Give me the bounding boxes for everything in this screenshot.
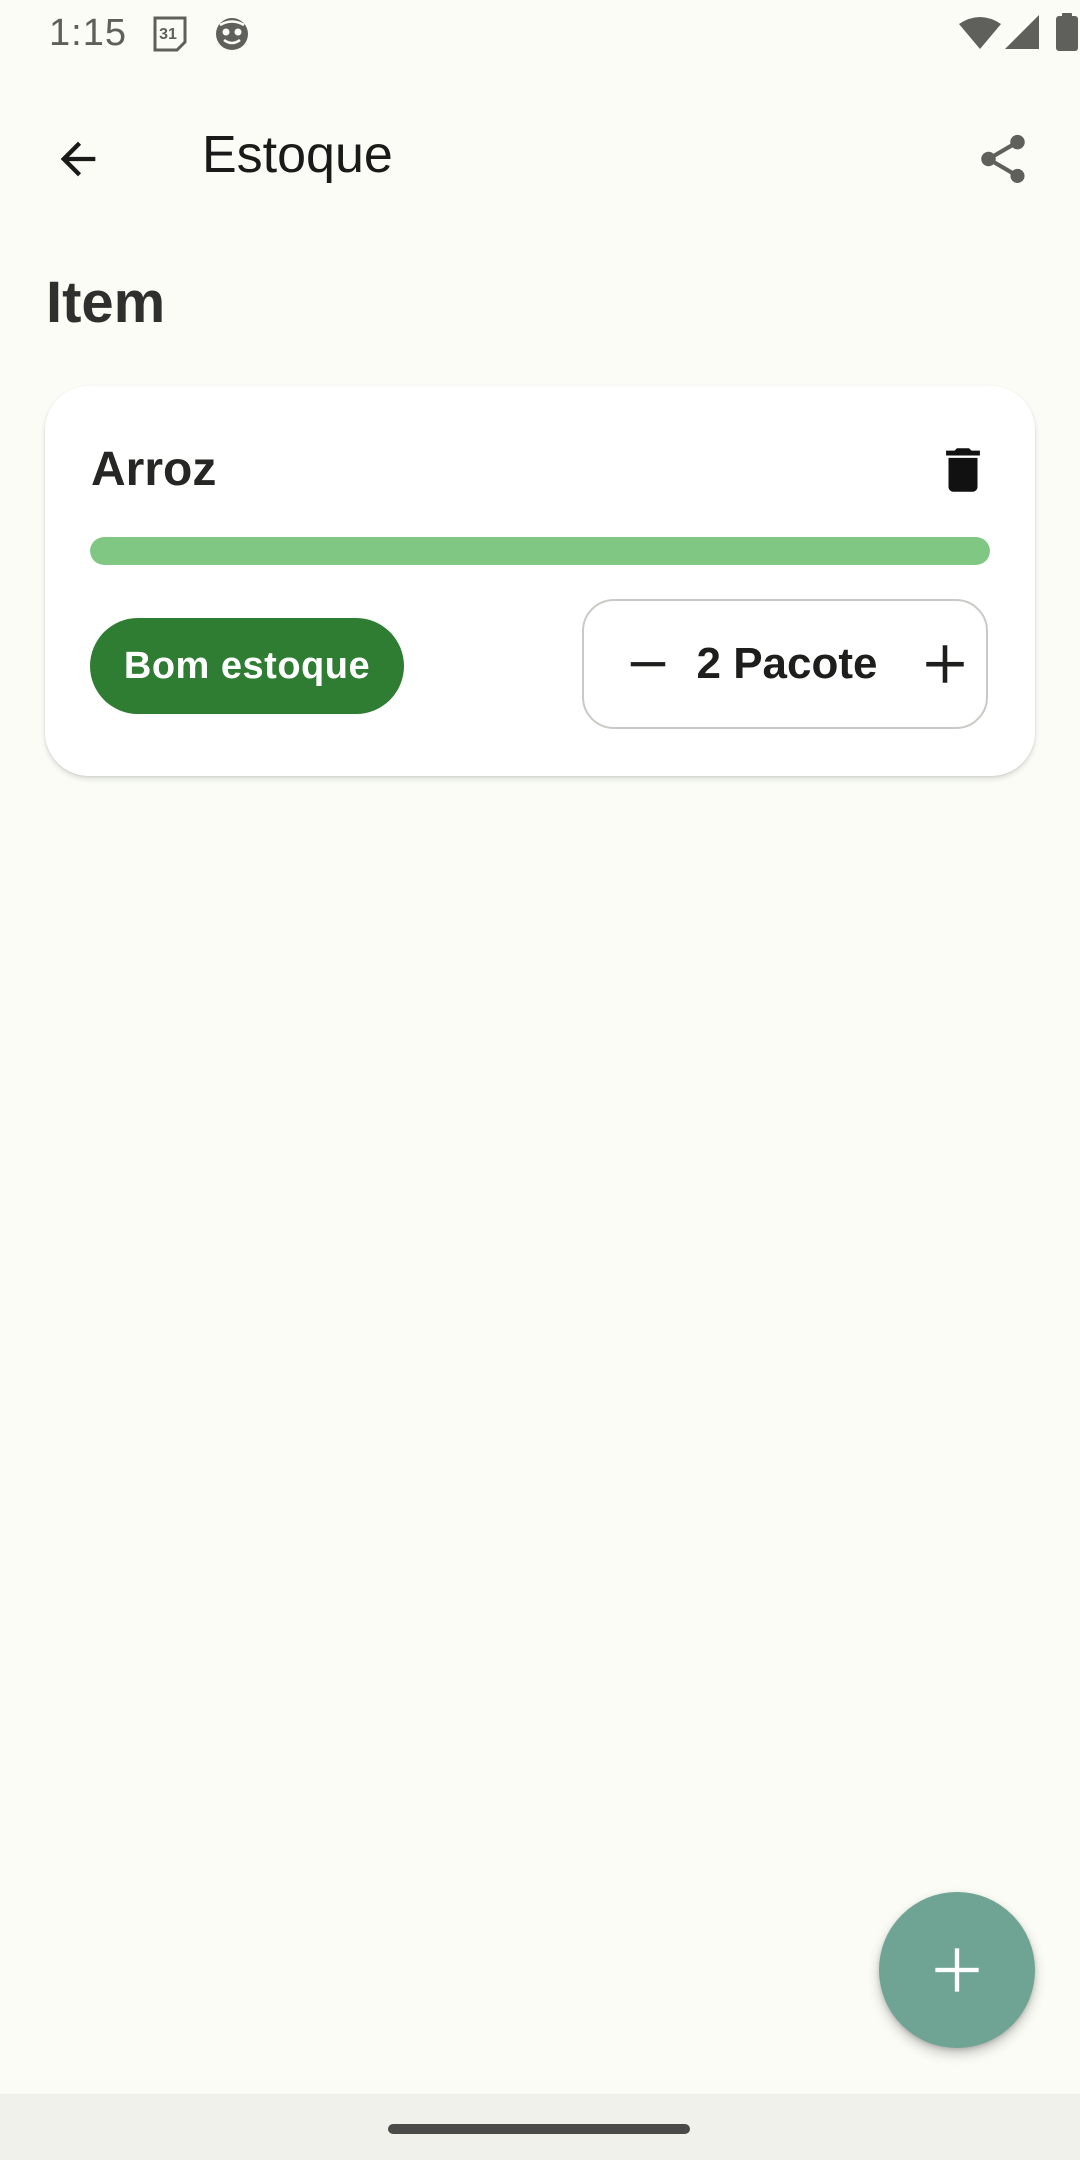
status-bar: 1:15 31 [0,0,1080,66]
section-title: Item [46,270,166,335]
wifi-icon [959,17,1001,49]
delete-button[interactable] [915,422,1011,518]
add-item-button[interactable] [879,1892,1035,2048]
page-title: Estoque [202,126,393,184]
plus-icon [926,645,964,683]
calendar-icon: 31 [153,16,187,52]
battery-icon [1056,13,1078,51]
status-icons [880,0,1080,66]
stock-progress-fill [90,537,990,565]
navigation-bar [0,2094,1080,2160]
app-bar: Estoque [0,66,1080,222]
trash-icon [946,448,980,492]
plus-icon [935,1948,979,1992]
minus-icon [630,662,666,667]
decrement-button[interactable] [602,618,694,710]
back-button[interactable] [30,111,126,207]
share-icon [981,134,1025,183]
home-indicator[interactable] [388,2124,690,2134]
item-card[interactable]: Arroz Bom estoque 2 Pacote [45,386,1035,776]
status-time: 1:15 [49,12,127,54]
status-badge: Bom estoque [90,618,404,714]
calendar-day: 31 [159,26,177,43]
arrow-back-icon [60,141,96,177]
signal-icon [1005,15,1039,49]
item-name: Arroz [91,443,217,496]
increment-button[interactable] [899,618,991,710]
share-button[interactable] [955,111,1051,207]
stock-progress-bar [90,537,990,565]
quantity-value: 2 Pacote [696,639,878,688]
quantity-stepper: 2 Pacote [582,599,988,729]
app-notification-icon [216,18,248,50]
